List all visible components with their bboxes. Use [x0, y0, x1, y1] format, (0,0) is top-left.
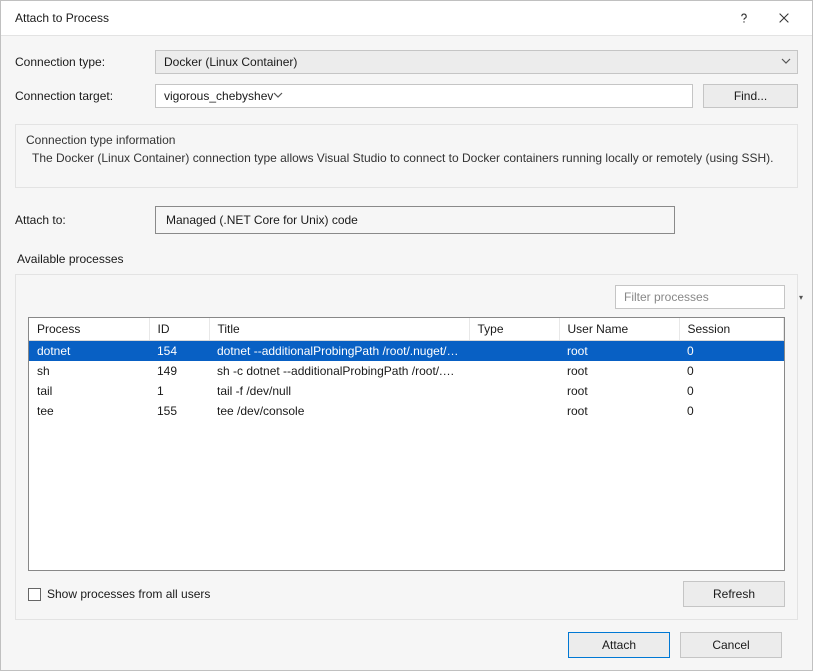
- cell-title: tail -f /dev/null: [209, 381, 469, 401]
- help-icon: [737, 11, 751, 25]
- show-all-users-label: Show processes from all users: [47, 587, 210, 601]
- cell-username: root: [559, 341, 679, 362]
- processes-table-wrap: Process ID Title Type User Name Session …: [28, 317, 785, 571]
- table-row[interactable]: tail1tail -f /dev/null root0: [29, 381, 784, 401]
- cell-id: 149: [149, 361, 209, 381]
- dialog-footer: Attach Cancel: [15, 620, 798, 670]
- connection-info-text: The Docker (Linux Container) connection …: [26, 151, 787, 165]
- attach-button[interactable]: Attach: [568, 632, 670, 658]
- cell-type: [469, 381, 559, 401]
- col-type[interactable]: Type: [469, 318, 559, 341]
- filter-processes-input[interactable]: [622, 289, 781, 305]
- help-button[interactable]: [724, 1, 764, 35]
- connection-target-input[interactable]: vigorous_chebyshev: [155, 84, 693, 108]
- cell-session: 0: [679, 361, 784, 381]
- cell-id: 154: [149, 341, 209, 362]
- connection-info-box: Connection type information The Docker (…: [15, 124, 798, 188]
- col-id[interactable]: ID: [149, 318, 209, 341]
- cell-type: [469, 361, 559, 381]
- cell-session: 0: [679, 381, 784, 401]
- cell-process: dotnet: [29, 341, 149, 362]
- connection-type-label: Connection type:: [15, 55, 155, 69]
- cell-username: root: [559, 381, 679, 401]
- titlebar: Attach to Process: [1, 1, 812, 35]
- connection-info-header: Connection type information: [26, 133, 787, 147]
- table-row[interactable]: dotnet154dotnet --additionalProbingPath …: [29, 341, 784, 362]
- processes-panel: ▾ Process ID Title Type User Name: [15, 274, 798, 620]
- window-title: Attach to Process: [15, 11, 724, 25]
- connection-type-dropdown[interactable]: Docker (Linux Container): [155, 50, 798, 74]
- cell-session: 0: [679, 341, 784, 362]
- cell-session: 0: [679, 401, 784, 421]
- dropdown-arrow-icon[interactable]: ▾: [799, 293, 803, 302]
- close-button[interactable]: [764, 1, 804, 35]
- cell-process: tail: [29, 381, 149, 401]
- find-button[interactable]: Find...: [703, 84, 798, 108]
- cell-id: 1: [149, 381, 209, 401]
- col-username[interactable]: User Name: [559, 318, 679, 341]
- chevron-down-icon: [781, 55, 791, 69]
- cell-title: sh -c dotnet --additionalProbingPath /ro…: [209, 361, 469, 381]
- table-row[interactable]: sh149sh -c dotnet --additionalProbingPat…: [29, 361, 784, 381]
- connection-target-value: vigorous_chebyshev: [164, 89, 273, 103]
- cell-username: root: [559, 361, 679, 381]
- available-processes-label: Available processes: [17, 252, 798, 266]
- cell-process: tee: [29, 401, 149, 421]
- attach-to-label: Attach to:: [15, 213, 155, 227]
- cancel-button[interactable]: Cancel: [680, 632, 782, 658]
- chevron-down-icon: [273, 89, 283, 103]
- refresh-button[interactable]: Refresh: [683, 581, 785, 607]
- col-session[interactable]: Session: [679, 318, 784, 341]
- cell-process: sh: [29, 361, 149, 381]
- table-row[interactable]: tee155tee /dev/console root0: [29, 401, 784, 421]
- connection-target-label: Connection target:: [15, 89, 155, 103]
- attach-to-value: Managed (.NET Core for Unix) code: [166, 213, 358, 227]
- close-icon: [777, 11, 791, 25]
- checkbox-icon: [28, 588, 41, 601]
- cell-title: dotnet --additionalProbingPath /root/.nu…: [209, 341, 469, 362]
- filter-processes-box[interactable]: ▾: [615, 285, 785, 309]
- dialog-content: Connection type: Docker (Linux Container…: [1, 35, 812, 670]
- col-process[interactable]: Process: [29, 318, 149, 341]
- cell-type: [469, 401, 559, 421]
- cell-username: root: [559, 401, 679, 421]
- attach-to-process-dialog: Attach to Process Connection type: Docke…: [0, 0, 813, 671]
- attach-to-field: Managed (.NET Core for Unix) code: [155, 206, 675, 234]
- connection-type-value: Docker (Linux Container): [164, 55, 297, 69]
- cell-type: [469, 341, 559, 362]
- cell-title: tee /dev/console: [209, 401, 469, 421]
- col-title[interactable]: Title: [209, 318, 469, 341]
- show-all-users-checkbox[interactable]: Show processes from all users: [28, 587, 210, 601]
- processes-table: Process ID Title Type User Name Session …: [29, 318, 784, 421]
- cell-id: 155: [149, 401, 209, 421]
